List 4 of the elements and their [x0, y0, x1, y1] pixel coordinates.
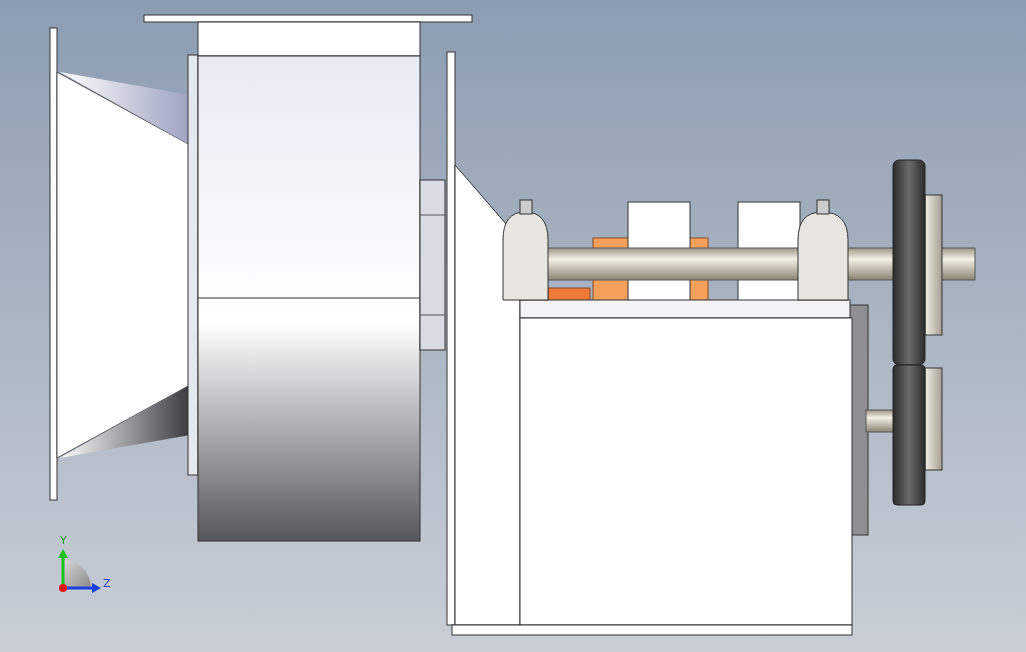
axis-label: Z: [103, 577, 111, 590]
triad-sector: [63, 560, 91, 588]
origin-dot: [59, 584, 67, 592]
axis-label: Y: [60, 534, 67, 547]
